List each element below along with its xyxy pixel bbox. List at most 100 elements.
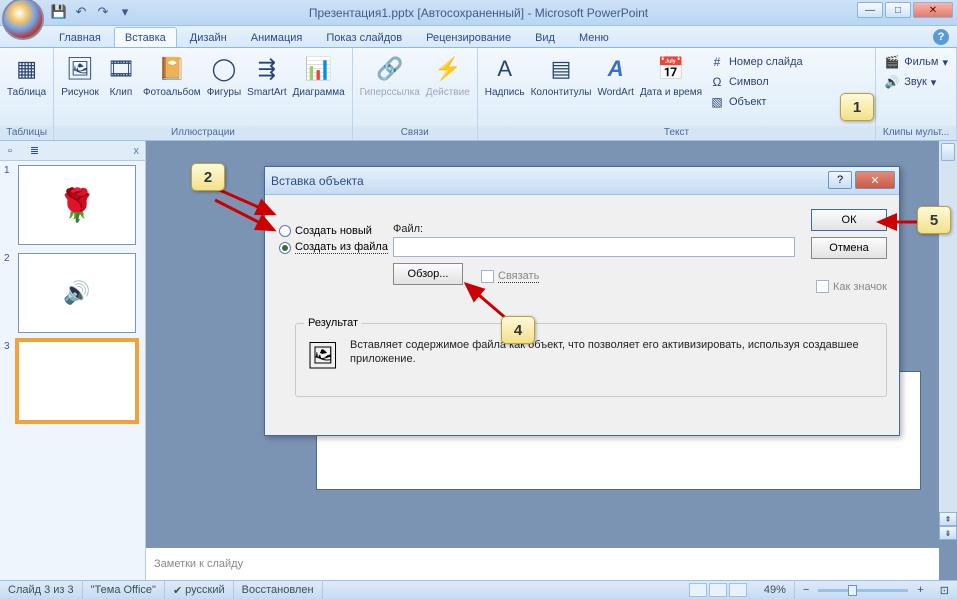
- symbol-label: Символ: [729, 76, 769, 88]
- window-controls: — □ ✕: [857, 2, 953, 18]
- thumb-2[interactable]: 2🔊: [4, 253, 141, 333]
- shapes-icon: ◯: [208, 53, 240, 85]
- status-theme: "Тема Office": [83, 581, 165, 599]
- callout-2: 2: [191, 163, 225, 191]
- symbol-button[interactable]: ΩСимвол: [707, 73, 805, 91]
- slidenum-icon: #: [709, 54, 725, 70]
- tab-view[interactable]: Вид: [524, 27, 566, 47]
- radio-create-from-file[interactable]: Создать из файла: [279, 241, 388, 254]
- next-slide-button[interactable]: ⇟: [939, 526, 957, 540]
- table-button[interactable]: ▦Таблица: [4, 51, 49, 100]
- clip-label: Клип: [110, 87, 133, 98]
- file-area: Файл: Обзор...: [393, 223, 795, 285]
- movie-icon: 🎬: [884, 54, 900, 70]
- headerfooter-button[interactable]: ▤Колонтитулы: [528, 51, 595, 100]
- object-button[interactable]: ▧Объект: [707, 93, 805, 111]
- thumbnails: 1🌹 2🔊 3: [0, 161, 145, 580]
- status-bar: Слайд 3 из 3 "Тема Office" ✔русский Восс…: [0, 580, 957, 599]
- zoom-out-icon[interactable]: −: [803, 584, 809, 596]
- close-button[interactable]: ✕: [913, 2, 953, 18]
- normal-view-button[interactable]: [689, 583, 707, 597]
- smartart-button[interactable]: ⇶SmartArt: [244, 51, 289, 100]
- window-title: Презентация1.pptx [Автосохраненный] - Mi…: [0, 6, 957, 20]
- thumb-preview[interactable]: 🔊: [18, 253, 136, 333]
- dropdown-icon: ▾: [942, 56, 948, 69]
- ribbon-group-illustrations: 🖼Рисунок 🎞Клип 📔Фотоальбом ◯Фигуры ⇶Smar…: [54, 48, 352, 140]
- wordart-button[interactable]: A WordArt: [594, 51, 637, 100]
- tab-slideshow[interactable]: Показ слайдов: [315, 27, 413, 47]
- insert-object-dialog: Вставка объекта ? ✕ Создать новый Создат…: [264, 166, 900, 436]
- photoalbum-button[interactable]: 📔Фотоальбом: [140, 51, 204, 100]
- maximize-button[interactable]: □: [885, 2, 911, 18]
- tab-animation[interactable]: Анимация: [240, 27, 314, 47]
- thumb-3[interactable]: 3: [4, 341, 141, 421]
- as-icon-checkbox-row[interactable]: Как значок: [816, 280, 887, 293]
- cancel-button[interactable]: Отмена: [811, 237, 887, 259]
- panel-close-icon[interactable]: x: [134, 145, 140, 157]
- file-path-input[interactable]: [393, 237, 795, 257]
- status-lang[interactable]: ✔русский: [165, 581, 234, 599]
- callout-5: 5: [917, 206, 951, 234]
- action-button: ⚡Действие: [423, 51, 473, 100]
- dialog-close-button[interactable]: ✕: [855, 171, 895, 189]
- tab-design[interactable]: Дизайн: [179, 27, 238, 47]
- textbox-button[interactable]: AНадпись: [482, 51, 528, 100]
- dialog-titlebar[interactable]: Вставка объекта ? ✕: [265, 167, 899, 195]
- zoom-thumb[interactable]: [848, 585, 857, 596]
- zoom-percent[interactable]: 49%: [756, 581, 795, 599]
- notes-pane[interactable]: Заметки к слайду: [146, 544, 939, 580]
- dialog-help-button[interactable]: ?: [828, 171, 852, 189]
- sorter-view-button[interactable]: [709, 583, 727, 597]
- link-checkbox-row[interactable]: Связать: [481, 270, 539, 283]
- thumb-1[interactable]: 1🌹: [4, 165, 141, 245]
- radio-group: Создать новый Создать из файла: [279, 225, 388, 254]
- hyperlink-label: Гиперссылка: [360, 87, 420, 98]
- ribbon: ▦Таблица Таблицы 🖼Рисунок 🎞Клип 📔Фотоаль…: [0, 48, 957, 141]
- wordart-label: WordArt: [597, 87, 634, 98]
- zoom-in-icon[interactable]: +: [917, 584, 923, 596]
- chart-button[interactable]: 📊Диаграмма: [290, 51, 348, 100]
- movie-button[interactable]: 🎬Фильм▾: [882, 53, 950, 71]
- tab-insert[interactable]: Вставка: [114, 27, 177, 47]
- slide-panel: ▫ ≣ x 1🌹 2🔊 3: [0, 141, 146, 580]
- thumb-preview[interactable]: [18, 341, 136, 421]
- radio-create-new[interactable]: Создать новый: [279, 225, 388, 237]
- slides-tab-icon[interactable]: ▫: [4, 143, 16, 159]
- checkbox-icon: [816, 280, 829, 293]
- ok-button[interactable]: ОК: [811, 209, 887, 231]
- as-icon-label: Как значок: [833, 281, 887, 293]
- thumb-preview[interactable]: 🌹: [18, 165, 136, 245]
- minimize-button[interactable]: —: [857, 2, 883, 18]
- office-button[interactable]: [2, 0, 44, 40]
- panel-tabs: ▫ ≣ x: [0, 141, 145, 161]
- browse-button[interactable]: Обзор...: [393, 263, 463, 285]
- hyperlink-icon: 🔗: [374, 53, 406, 85]
- clip-button[interactable]: 🎞Клип: [102, 51, 140, 100]
- tab-menu[interactable]: Меню: [568, 27, 620, 47]
- result-text: Вставляет содержимое файла как объект, ч…: [350, 338, 876, 372]
- shapes-button[interactable]: ◯Фигуры: [204, 51, 244, 100]
- spellcheck-icon: ✔: [173, 584, 182, 597]
- datetime-button[interactable]: 📅Дата и время: [637, 51, 705, 100]
- help-icon[interactable]: ?: [933, 29, 949, 45]
- sound-button[interactable]: 🔊Звук▾: [882, 73, 950, 91]
- tab-review[interactable]: Рецензирование: [415, 27, 522, 47]
- vertical-scrollbar[interactable]: ⇞ ⇟: [939, 141, 957, 540]
- radio-new-label: Создать новый: [295, 225, 372, 237]
- prev-slide-button[interactable]: ⇞: [939, 512, 957, 526]
- zoom-track[interactable]: [818, 589, 908, 592]
- wordart-icon: A: [600, 53, 632, 85]
- fit-button[interactable]: ⊡: [932, 581, 957, 599]
- hyperlink-button: 🔗 Гиперссылка: [357, 51, 423, 100]
- outline-tab-icon[interactable]: ≣: [26, 142, 43, 159]
- scrollbar-thumb[interactable]: [941, 143, 955, 161]
- picture-button[interactable]: 🖼Рисунок: [58, 51, 102, 100]
- radio-icon: [279, 225, 291, 237]
- slidenumber-button[interactable]: #Номер слайда: [707, 53, 805, 71]
- datetime-icon: 📅: [655, 53, 687, 85]
- table-icon: ▦: [11, 53, 43, 85]
- slideshow-view-button[interactable]: [729, 583, 747, 597]
- zoom-slider[interactable]: − +: [795, 581, 932, 599]
- tab-home[interactable]: Главная: [48, 27, 112, 47]
- sound-icon: 🔊: [884, 74, 900, 90]
